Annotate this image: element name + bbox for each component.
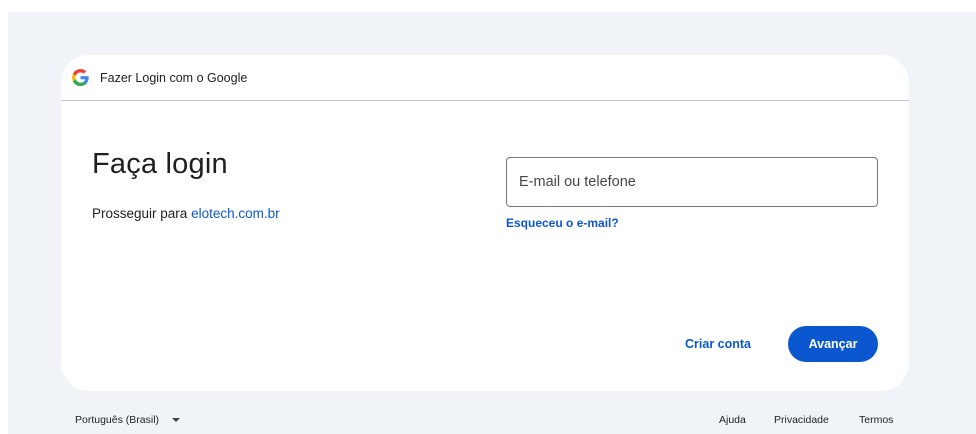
subtitle: Prosseguir para elotech.com.br <box>92 206 280 221</box>
google-g-icon <box>72 69 89 86</box>
language-select[interactable]: Português (Brasil) <box>75 414 181 426</box>
page-background: Fazer Login com o Google Faça login Pros… <box>8 12 976 434</box>
privacy-link[interactable]: Privacidade <box>774 414 829 426</box>
language-label: Português (Brasil) <box>75 414 160 426</box>
page-title: Faça login <box>92 148 228 180</box>
footer: Português (Brasil) Ajuda Privacidade Ter… <box>8 412 976 432</box>
destination-link[interactable]: elotech.com.br <box>191 206 280 221</box>
signin-card: Fazer Login com o Google Faça login Pros… <box>61 55 909 391</box>
subtitle-prefix: Prosseguir para <box>92 206 188 221</box>
card-header: Fazer Login com o Google <box>61 55 909 101</box>
forgot-email-link[interactable]: Esqueceu o e-mail? <box>506 216 619 230</box>
caret-down-icon <box>172 418 181 422</box>
help-link[interactable]: Ajuda <box>719 414 746 426</box>
terms-link[interactable]: Termos <box>859 414 893 426</box>
create-account-button[interactable]: Criar conta <box>675 326 761 362</box>
next-button[interactable]: Avançar <box>788 326 878 362</box>
header-title: Fazer Login com o Google <box>100 70 248 85</box>
email-field[interactable] <box>506 157 878 207</box>
